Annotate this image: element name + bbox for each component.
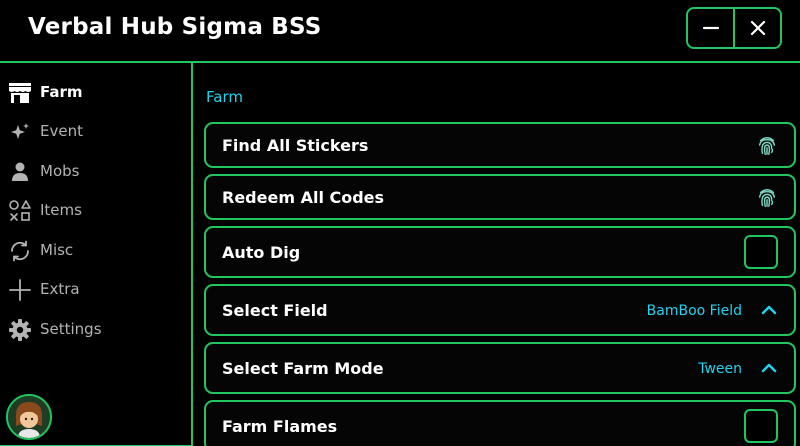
sidebar-item-mobs[interactable]: Mobs <box>0 153 190 189</box>
find-all-stickers-button[interactable]: Find All Stickers <box>204 122 796 168</box>
app-window: Verbal Hub Sigma BSS Farm Event Mobs Ite… <box>0 0 800 446</box>
window-title: Verbal Hub Sigma BSS <box>28 14 322 40</box>
minus-icon <box>702 26 719 30</box>
plus-icon <box>8 278 32 302</box>
farm-flames-checkbox[interactable] <box>744 409 778 443</box>
sidebar-item-label: Farm <box>40 83 83 101</box>
minimize-button[interactable] <box>688 9 733 47</box>
window-controls <box>686 7 782 49</box>
dropdown-value: Tween <box>698 361 742 377</box>
row-label: Farm Flames <box>222 417 338 436</box>
sidebar-item-label: Items <box>40 201 82 219</box>
user-icon <box>8 160 32 184</box>
select-field-dropdown[interactable]: Select Field BamBoo Field <box>204 284 796 336</box>
fingerprint-icon <box>756 187 778 209</box>
row-label: Auto Dig <box>222 243 301 262</box>
chevron-up-icon <box>760 361 778 375</box>
sidebar: Farm Event Mobs Items Misc Extra Setting… <box>0 63 192 446</box>
row-label: Select Field <box>222 301 328 320</box>
row-label: Redeem All Codes <box>222 188 385 207</box>
sidebar-item-label: Event <box>40 122 83 140</box>
select-farm-mode-dropdown[interactable]: Select Farm Mode Tween <box>204 342 796 394</box>
row-label: Select Farm Mode <box>222 359 384 378</box>
refresh-icon <box>8 239 32 263</box>
row-label: Find All Stickers <box>222 136 369 155</box>
gear-icon <box>8 318 32 342</box>
chevron-up-icon <box>760 303 778 317</box>
sidebar-item-label: Settings <box>40 320 102 338</box>
close-icon <box>750 20 765 36</box>
sparkles-icon <box>8 120 32 144</box>
fingerprint-icon <box>756 135 778 157</box>
section-title: Farm <box>206 88 243 106</box>
sidebar-divider <box>191 63 193 446</box>
close-button[interactable] <box>733 9 780 47</box>
farm-flames-toggle-row[interactable]: Farm Flames <box>204 400 796 446</box>
sidebar-item-extra[interactable]: Extra <box>0 271 190 307</box>
sidebar-item-settings[interactable]: Settings <box>0 311 190 347</box>
sidebar-item-farm[interactable]: Farm <box>0 74 190 110</box>
shapes-icon <box>8 199 32 223</box>
redeem-all-codes-button[interactable]: Redeem All Codes <box>204 174 796 220</box>
sidebar-item-label: Misc <box>40 241 74 259</box>
auto-dig-checkbox[interactable] <box>744 235 778 269</box>
dropdown-value: BamBoo Field <box>646 303 742 319</box>
sidebar-item-label: Mobs <box>40 162 80 180</box>
sidebar-item-label: Extra <box>40 280 80 298</box>
sidebar-item-items[interactable]: Items <box>0 192 190 228</box>
avatar-icon <box>8 396 50 438</box>
sidebar-item-misc[interactable]: Misc <box>0 232 190 268</box>
avatar[interactable] <box>6 394 52 440</box>
auto-dig-toggle-row[interactable]: Auto Dig <box>204 226 796 278</box>
sidebar-item-event[interactable]: Event <box>0 113 190 149</box>
store-icon <box>8 81 32 105</box>
